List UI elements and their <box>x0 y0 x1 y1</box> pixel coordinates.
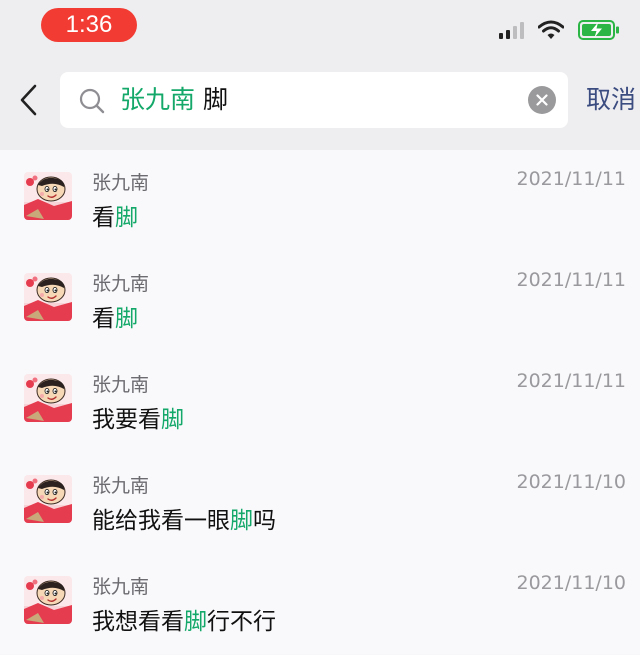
chevron-left-icon <box>20 84 37 116</box>
message-keyword-highlight: 脚 <box>184 609 207 635</box>
message-text: 看脚 <box>92 198 138 232</box>
search-result-item[interactable]: 张九南 2021/11/11 我要看脚 <box>0 352 640 453</box>
message-text: 我要看脚 <box>92 400 184 434</box>
message-keyword-highlight: 脚 <box>161 407 184 433</box>
sender-name: 张九南 <box>92 576 150 598</box>
search-input[interactable]: 张九南 脚 <box>60 72 568 128</box>
cellular-signal-icon <box>499 21 524 39</box>
message-text-after: 行不行 <box>207 609 276 635</box>
avatar <box>24 172 72 220</box>
sender-name: 张九南 <box>92 273 150 295</box>
search-header: 张九南 脚 取消 <box>0 52 640 150</box>
status-icons <box>499 18 620 42</box>
message-text-before: 看 <box>92 205 115 231</box>
message-date: 2021/11/10 <box>516 572 626 594</box>
search-result-item[interactable]: 张九南 2021/11/11 看脚 <box>0 150 640 251</box>
wifi-icon <box>538 20 564 39</box>
back-button[interactable] <box>12 80 44 120</box>
sender-name: 张九南 <box>92 172 150 194</box>
message-date: 2021/11/11 <box>516 370 626 392</box>
message-date: 2021/11/10 <box>516 471 626 493</box>
search-result-item[interactable]: 张九南 2021/11/10 我想看看脚行不行 <box>0 554 640 655</box>
avatar <box>24 273 72 321</box>
message-text: 看脚 <box>92 299 138 333</box>
search-result-item[interactable]: 张九南 2021/11/10 能给我看一眼脚吗 <box>0 453 640 554</box>
status-time: 1:36 <box>41 8 137 42</box>
message-keyword-highlight: 脚 <box>115 205 138 231</box>
cancel-button[interactable]: 取消 <box>586 72 636 128</box>
message-text: 能给我看一眼脚吗 <box>92 501 276 535</box>
message-text-after: 吗 <box>253 508 276 534</box>
search-result-item[interactable]: 张九南 2021/11/11 看脚 <box>0 251 640 352</box>
search-query-name: 张九南 <box>120 85 196 114</box>
message-text-before: 看 <box>92 306 115 332</box>
message-text-before: 我要看 <box>92 407 161 433</box>
search-results: 张九南 2021/11/11 看脚 张九南 2021/11/11 看脚 张九南 2021/11… <box>0 150 640 654</box>
message-date: 2021/11/11 <box>516 168 626 190</box>
sender-name: 张九南 <box>92 374 150 396</box>
status-bar: 1:36 <box>0 0 640 52</box>
avatar <box>24 475 72 523</box>
message-text: 我想看看脚行不行 <box>92 602 276 636</box>
message-text-before: 我想看看 <box>92 609 184 635</box>
sender-name: 张九南 <box>92 475 150 497</box>
avatar <box>24 576 72 624</box>
search-query: 张九南 脚 <box>120 72 228 128</box>
battery-charging-icon <box>578 20 619 40</box>
message-keyword-highlight: 脚 <box>115 306 138 332</box>
message-date: 2021/11/11 <box>516 269 626 291</box>
clear-icon[interactable] <box>528 86 556 114</box>
search-icon <box>79 88 105 114</box>
message-text-before: 能给我看一眼 <box>92 508 230 534</box>
message-keyword-highlight: 脚 <box>230 508 253 534</box>
avatar <box>24 374 72 422</box>
search-query-keyword: 脚 <box>202 85 228 114</box>
